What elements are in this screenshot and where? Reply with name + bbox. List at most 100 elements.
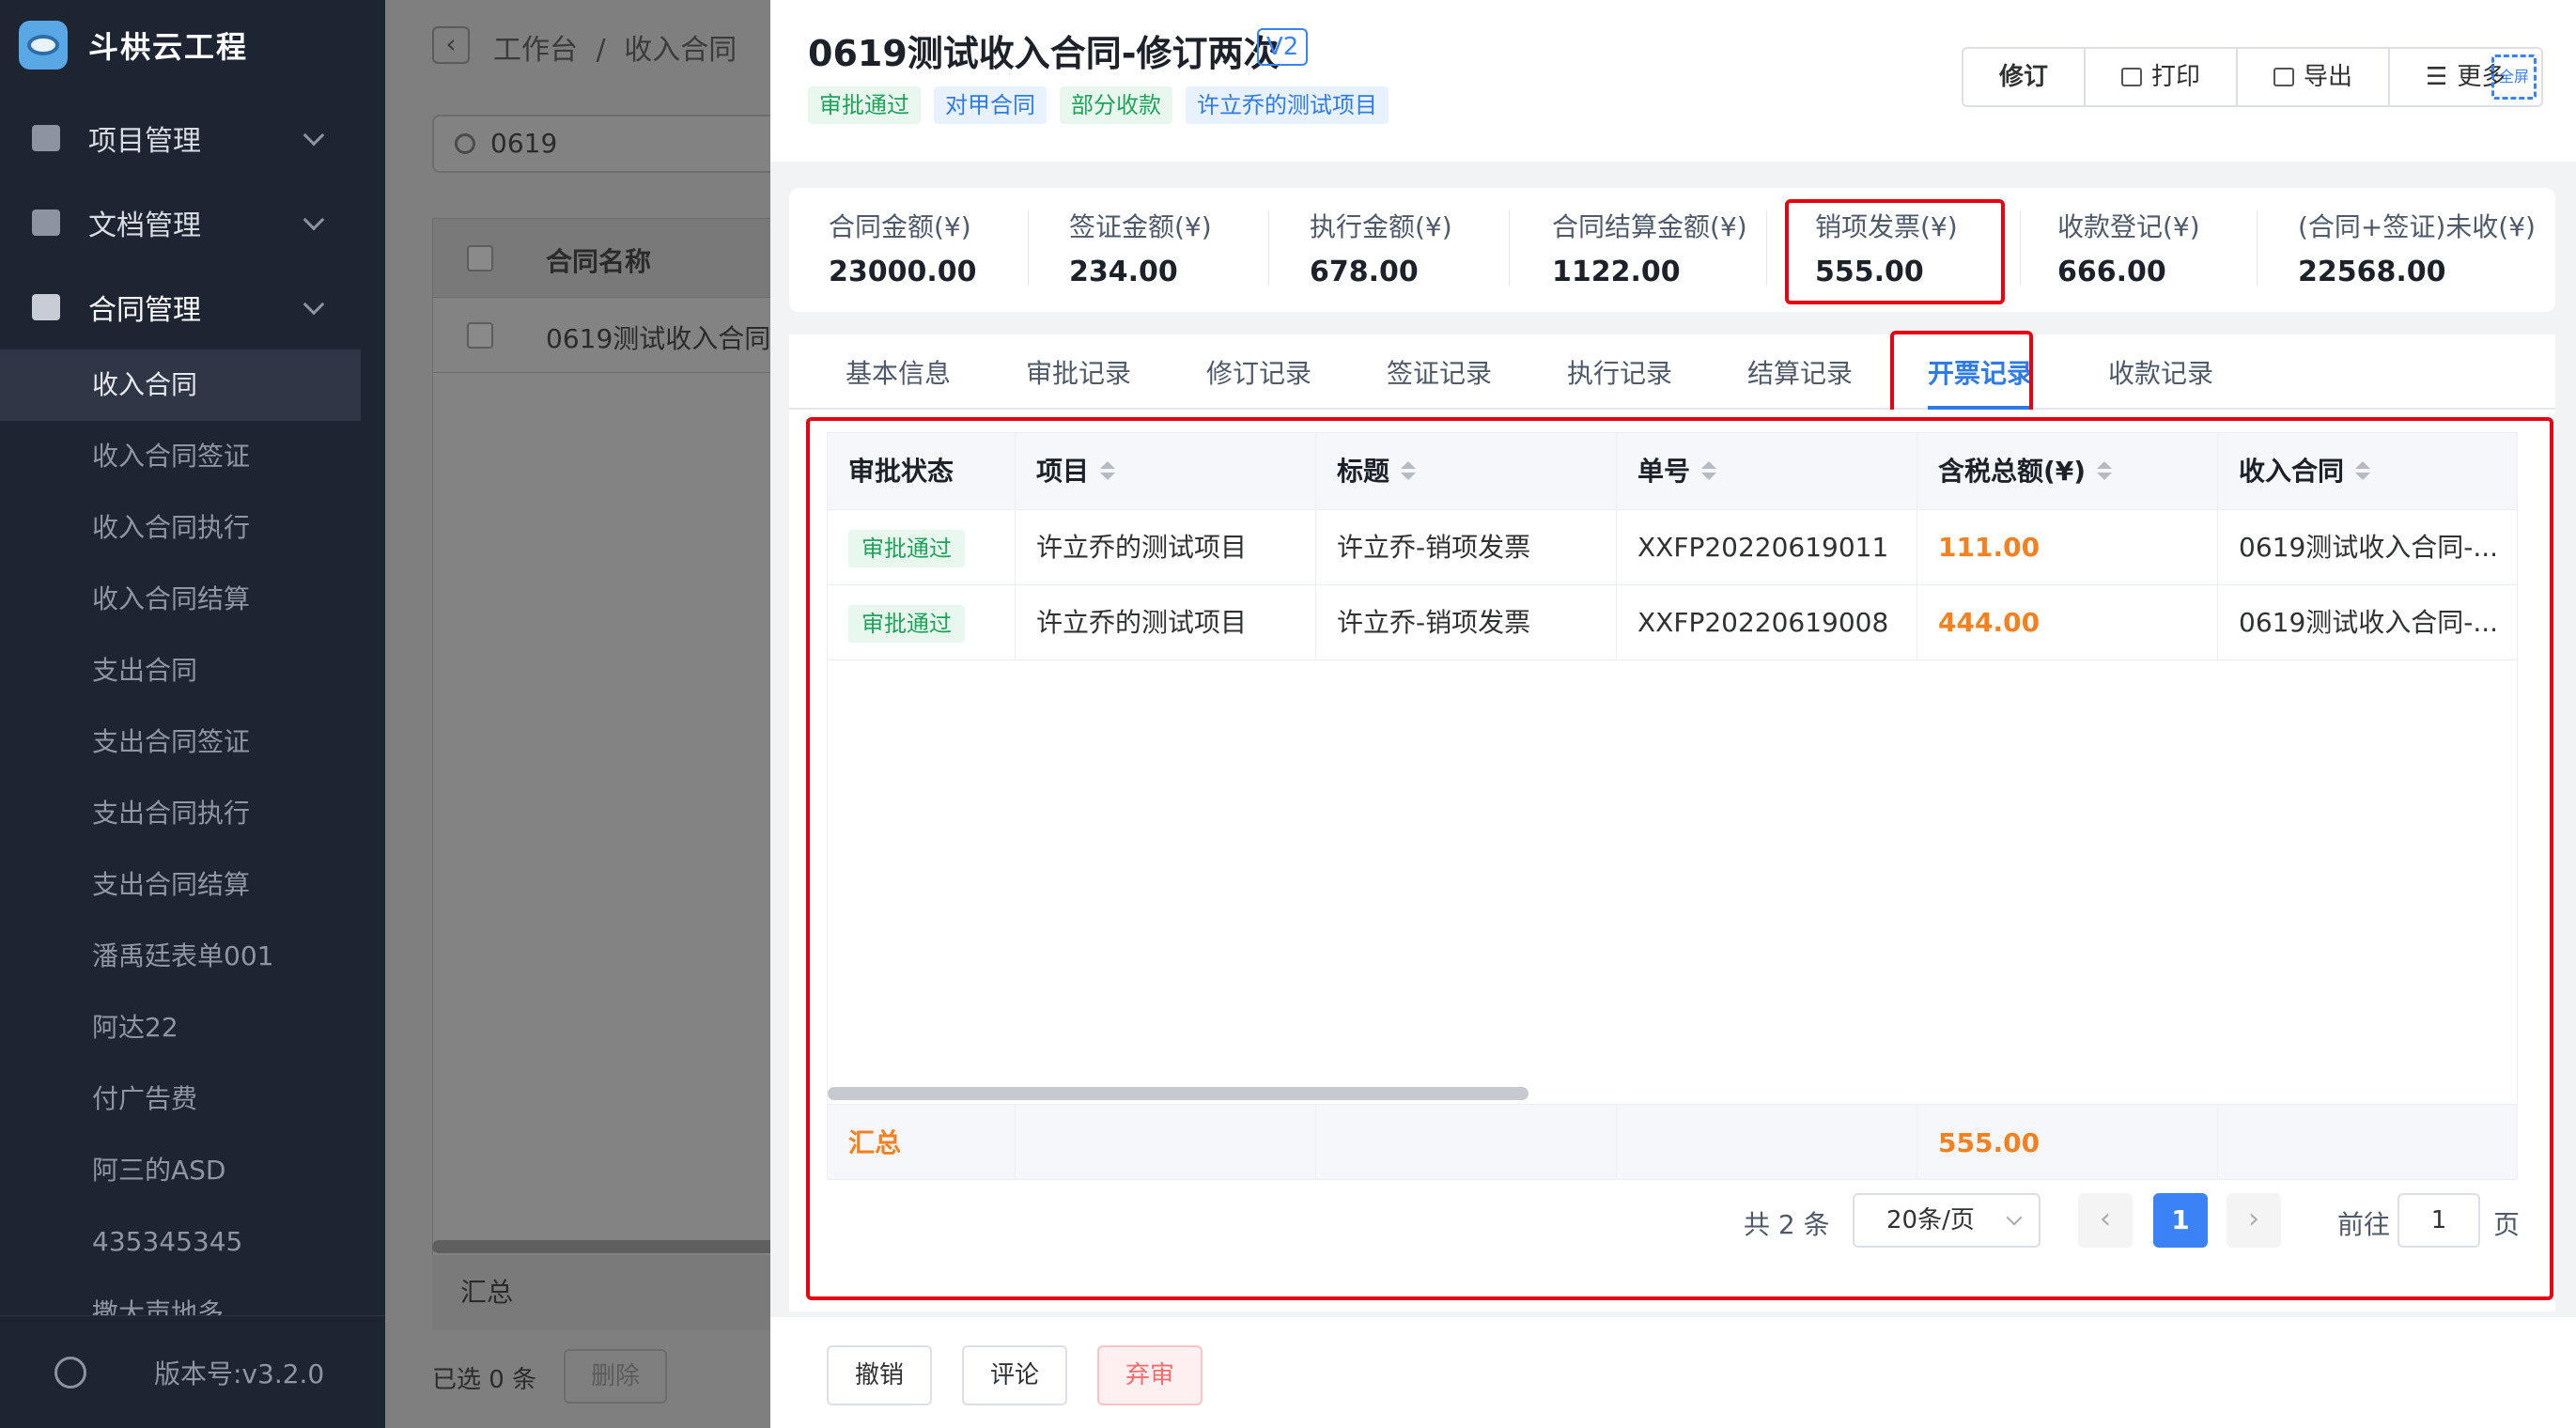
- menu-group-project[interactable]: 项目管理: [0, 96, 376, 180]
- brand[interactable]: 斗栱云工程: [19, 17, 248, 73]
- divider: [1766, 210, 1767, 286]
- stat-visa-amount: 签证金额(¥) 234.00: [1069, 207, 1212, 297]
- sidebar-item[interactable]: 支出合同结算: [0, 849, 361, 921]
- menu-group-contracts[interactable]: 合同管理: [0, 265, 376, 349]
- tab-execution-records[interactable]: 执行记录: [1567, 353, 1672, 391]
- sidebar-item[interactable]: 撒大声地多: [0, 1278, 361, 1315]
- sidebar-item-income-contract[interactable]: 收入合同: [0, 349, 361, 421]
- table-row[interactable]: 0619测试收入合同-修订两次: [433, 298, 790, 373]
- drawer-header: 0619测试收入合同-修订两次 V2 审批通过 对甲合同 部分收款 许立乔的测试…: [770, 0, 2576, 162]
- stat-label: 合同结算金额(¥): [1552, 211, 1747, 242]
- highlight-box-invoice-stat: [1785, 199, 2005, 304]
- row-contract-name[interactable]: 0619测试收入合同-修订两次: [546, 318, 790, 356]
- breadcrumb-root[interactable]: 工作台: [493, 34, 578, 67]
- table-header: 合同名称: [433, 219, 790, 298]
- stat-value: 666.00: [2057, 256, 2166, 288]
- stat-value: 23000.00: [829, 256, 977, 288]
- delete-button[interactable]: 删除: [564, 1349, 667, 1404]
- project-tag: 许立乔的测试项目: [1186, 86, 1389, 124]
- sidebar-item[interactable]: 收入合同执行: [0, 492, 361, 564]
- action-button-group: 修订 打印 导出 ☰ 更多: [1962, 47, 2544, 107]
- building-icon: [32, 125, 60, 151]
- selected-count: 已选 0 条: [432, 1366, 537, 1394]
- folder-icon: [32, 210, 60, 236]
- amount-summary: 合同金额(¥) 23000.00 签证金额(¥) 234.00 执行金额(¥) …: [789, 188, 2555, 312]
- background-page: ‹ 工作台 / 收入合同 0619 合同名称 0619测试收入合同-修订两次 汇…: [385, 0, 790, 1428]
- highlight-box-invoice-table: [806, 417, 2553, 1300]
- user-stamp-icon: [32, 294, 60, 320]
- brand-name: 斗栱云工程: [88, 29, 249, 65]
- chevron-up-icon: [303, 293, 325, 316]
- sidebar-footer: 版本号:v3.2.0: [0, 1315, 385, 1428]
- stat-label: 执行金额(¥): [1310, 211, 1452, 242]
- divider: [1268, 210, 1269, 286]
- tab-basic-info[interactable]: 基本信息: [846, 353, 951, 391]
- stat-label: (合同+签证)未收(¥): [2298, 211, 2536, 242]
- contract-table: 合同名称 0619测试收入合同-修订两次: [432, 218, 790, 1261]
- stat-value: 1122.00: [1552, 256, 1681, 288]
- select-all-checkbox[interactable]: [467, 245, 493, 272]
- sidebar-item[interactable]: 潘禹廷表单001: [0, 921, 361, 992]
- tab-approval-records[interactable]: 审批记录: [1026, 353, 1131, 391]
- stat-receipt-registered: 收款登记(¥) 666.00: [2057, 207, 2200, 297]
- gear-icon[interactable]: [54, 1356, 86, 1389]
- abandon-approval-button[interactable]: 弃审: [1097, 1345, 1203, 1405]
- menu-group-label: 项目管理: [88, 125, 201, 158]
- drawer-title: 0619测试收入合同-修订两次: [808, 33, 1280, 74]
- sidebar-item[interactable]: 阿达22: [0, 992, 361, 1063]
- brand-logo-icon: [19, 21, 68, 70]
- sidebar-item[interactable]: 支出合同执行: [0, 778, 361, 849]
- search-icon: [455, 133, 475, 154]
- print-button[interactable]: 打印: [2086, 49, 2239, 105]
- stat-execution-amount: 执行金额(¥) 678.00: [1310, 207, 1452, 297]
- sidebar-item[interactable]: 收入合同签证: [0, 421, 361, 492]
- fullscreen-button[interactable]: 全屏: [2491, 54, 2537, 100]
- tab-receipt-records[interactable]: 收款记录: [2108, 353, 2213, 391]
- sidebar-item[interactable]: 支出合同签证: [0, 706, 361, 778]
- comment-button[interactable]: 评论: [962, 1345, 1067, 1405]
- menu-group-label: 文档管理: [88, 210, 201, 242]
- sidebar-item[interactable]: 阿三的ASD: [0, 1135, 361, 1206]
- tab-revision-records[interactable]: 修订记录: [1206, 353, 1311, 391]
- tag-list: 审批通过 对甲合同 部分收款 许立乔的测试项目: [808, 86, 1389, 124]
- search-value: 0619: [490, 128, 558, 159]
- divider: [2020, 210, 2021, 286]
- sidebar-item[interactable]: 付广告费: [0, 1063, 361, 1135]
- stat-contract-amount: 合同金额(¥) 23000.00: [829, 207, 977, 297]
- stat-label: 合同金额(¥): [829, 211, 971, 242]
- revise-label: 修订: [1999, 63, 2049, 91]
- sidebar: 斗栱云工程 项目管理 文档管理 合同管理 收入合同 收入合同签证 收入合同执行 …: [0, 0, 385, 1428]
- drawer-footer: 撤销 评论 弃审: [770, 1317, 2576, 1428]
- column-header-name[interactable]: 合同名称: [546, 241, 651, 279]
- stat-value: 678.00: [1310, 256, 1419, 288]
- divider: [1509, 210, 1510, 286]
- version-label: 版本号:v3.2.0: [154, 1358, 325, 1389]
- chevron-down-icon: [303, 124, 325, 147]
- search-input[interactable]: 0619: [432, 115, 789, 173]
- tab-settlement-records[interactable]: 结算记录: [1747, 353, 1853, 391]
- export-button[interactable]: 导出: [2238, 49, 2391, 105]
- status-tag: 审批通过: [808, 86, 921, 124]
- stat-value: 234.00: [1069, 256, 1178, 288]
- sidebar-item[interactable]: 支出合同: [0, 635, 361, 706]
- stat-uncollected: (合同+签证)未收(¥) 22568.00: [2298, 207, 2536, 297]
- breadcrumb-separator: /: [596, 34, 606, 67]
- version-badge: V2: [1257, 28, 1309, 66]
- tab-visa-records[interactable]: 签证记录: [1387, 353, 1492, 391]
- revoke-button[interactable]: 撤销: [827, 1345, 932, 1405]
- menu-group-label: 合同管理: [88, 294, 201, 327]
- menu-group-documents[interactable]: 文档管理: [0, 180, 376, 265]
- list-icon: ☰: [2426, 63, 2448, 91]
- export-icon: [2273, 68, 2295, 86]
- back-button[interactable]: ‹: [432, 26, 470, 64]
- revise-button[interactable]: 修订: [1963, 49, 2087, 105]
- stat-value: 22568.00: [2298, 256, 2446, 288]
- payment-status-tag: 部分收款: [1060, 86, 1172, 124]
- contract-type-tag: 对甲合同: [934, 86, 1047, 124]
- row-checkbox[interactable]: [467, 322, 493, 349]
- sidebar-item[interactable]: 收入合同结算: [0, 564, 361, 635]
- print-label: 打印: [2151, 63, 2201, 91]
- stat-label: 签证金额(¥): [1069, 211, 1212, 242]
- table-scrollbar[interactable]: [432, 1240, 789, 1253]
- sidebar-item[interactable]: 435345345: [0, 1206, 361, 1278]
